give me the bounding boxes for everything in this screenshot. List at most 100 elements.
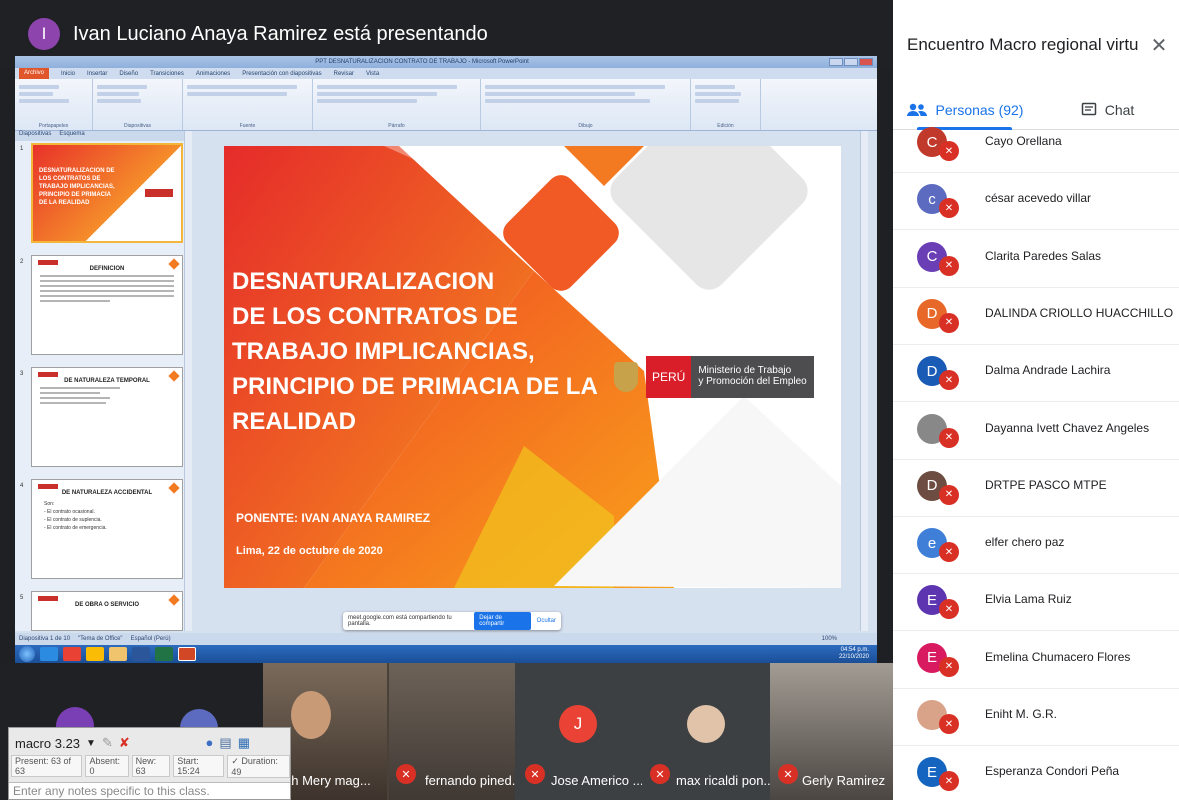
ribbon-group-parrafo[interactable]: Párrafo xyxy=(313,79,481,130)
participant-name: elfer chero paz xyxy=(985,535,1065,550)
slide-scrollbar[interactable] xyxy=(860,131,868,631)
slide-editor: DESNATURALIZACION DE LOS CONTRATOS DE TR… xyxy=(202,131,869,631)
edit-icon[interactable]: ✎ xyxy=(102,735,113,751)
delete-icon[interactable]: ✘ xyxy=(119,735,130,751)
thumb-number: 5 xyxy=(20,595,24,601)
word-icon[interactable] xyxy=(132,647,150,661)
stop-sharing-button[interactable]: Dejar de compartir xyxy=(474,612,531,630)
close-icon[interactable] xyxy=(859,58,873,66)
participant-avatar: J xyxy=(559,705,597,743)
slide-ponente: PONENTE: IVAN ANAYA RAMIREZ xyxy=(236,511,431,525)
slide-title: DESNATURALIZACION DE LOS CONTRATOS DE TR… xyxy=(232,264,598,439)
participant-name: Jose Americo ... xyxy=(551,773,642,788)
notes-input[interactable]: Enter any notes specific to this class. xyxy=(9,782,290,799)
current-slide[interactable]: DESNATURALIZACION DE LOS CONTRATOS DE TR… xyxy=(224,146,841,588)
slide-title-line: DESNATURALIZACION xyxy=(232,268,495,295)
mic-off-icon: ✕ xyxy=(939,427,959,448)
ribbon-group-portapapeles[interactable]: Portapapeles xyxy=(15,79,93,130)
thumb-number: 1 xyxy=(20,146,24,152)
participant-row[interactable]: e ✕ elfer chero paz xyxy=(893,517,1179,575)
zoom-level[interactable]: 100% xyxy=(822,636,877,642)
slide-thumbnail-1[interactable]: DESNATURALIZACION DE LOS CONTRATOS DE TR… xyxy=(31,143,183,243)
participant-row[interactable]: C ✕ Cayo Orellana xyxy=(893,116,1179,173)
ministerio-logo: PERÚ Ministerio de Trabajo y Promoción d… xyxy=(614,356,814,398)
slide-thumbnail-4[interactable]: DE NATURALEZA ACCIDENTAL Son: - El contr… xyxy=(31,479,183,579)
mic-off-icon: ✕ xyxy=(939,255,959,276)
participant-row[interactable]: D ✕ DRTPE PASCO MTPE xyxy=(893,460,1179,517)
pane-tab-esquema[interactable]: Esquema xyxy=(59,131,84,141)
participant-row[interactable]: D ✕ DALINDA CRIOLLO HUACCHILLO xyxy=(893,288,1179,345)
start-time: Start: 15:24 xyxy=(173,755,225,777)
slide-thumbnail-2[interactable]: DEFINICION xyxy=(31,255,183,355)
slide-date: Lima, 22 de octubre de 2020 xyxy=(236,545,383,557)
ppt-tab-transiciones[interactable]: Transiciones xyxy=(150,71,184,77)
hide-button[interactable]: Ocultar xyxy=(537,618,556,624)
excel-icon[interactable] xyxy=(155,647,173,661)
mic-off-icon: ✕ xyxy=(939,542,959,563)
participant-tile-gerly[interactable]: ✕ Gerly Ramirez xyxy=(770,663,893,800)
ppt-tab-revisar[interactable]: Revisar xyxy=(334,71,354,77)
opera-icon[interactable] xyxy=(63,647,81,661)
participant-row[interactable]: ✕ Dayanna Ivett Chavez Angeles xyxy=(893,403,1179,460)
participant-tile-jose[interactable]: J ✕ Jose Americo ... xyxy=(515,663,642,800)
ie-icon[interactable] xyxy=(40,647,58,661)
start-button-icon[interactable] xyxy=(19,646,35,662)
ppt-tab-animaciones[interactable]: Animaciones xyxy=(196,71,230,77)
participant-tile-max[interactable]: ✕ max ricaldi pon... xyxy=(642,663,770,800)
slide-title-line: REALIDAD xyxy=(232,408,356,435)
slide-title-line: PRINCIPIO DE PRIMACIA DE LA xyxy=(232,373,598,400)
participant-tile-ruth[interactable]: Ruth Mery mag... ✕ fernando pined... xyxy=(263,663,515,800)
mic-off-icon: ✕ xyxy=(525,764,545,784)
ppt-tab-presentacion[interactable]: Presentación con diapositivas xyxy=(242,71,321,77)
ppt-tab-insertar[interactable]: Insertar xyxy=(87,71,107,77)
participant-row[interactable]: c ✕ césar acevedo villar xyxy=(893,173,1179,231)
ribbon-group-fuente[interactable]: Fuente xyxy=(183,79,313,130)
mic-off-icon: ✕ xyxy=(939,599,959,620)
thumb-number: 2 xyxy=(20,259,24,265)
participant-name: max ricaldi pon... xyxy=(676,773,770,788)
html-export-icon[interactable]: ▦ xyxy=(238,735,250,751)
thumb-text-line: - El contrato ocasional. xyxy=(44,509,95,515)
mic-off-icon: ✕ xyxy=(939,141,959,161)
ribbon-group-dibujo[interactable]: Dibujo xyxy=(481,79,691,130)
slide-thumbnail-3[interactable]: DE NATURALEZA TEMPORAL xyxy=(31,367,183,467)
minimize-icon[interactable] xyxy=(829,58,843,66)
ppt-tab-archivo[interactable]: Archivo xyxy=(19,68,50,79)
thumb-text-line: - El contrato de emergencia. xyxy=(44,525,107,531)
participant-list: C ✕ Cayo Orellana c ✕ césar acevedo villar C ✕ C… xyxy=(893,116,1179,800)
folder-icon[interactable] xyxy=(109,647,127,661)
participant-name: Clarita Paredes Salas xyxy=(985,248,1102,263)
powerpoint-icon[interactable] xyxy=(178,647,196,661)
ppt-tab-vista[interactable]: Vista xyxy=(366,71,379,77)
participant-name: DALINDA CRIOLLO HUACCHILLO xyxy=(985,305,1174,320)
chevron-down-icon[interactable]: ▼ xyxy=(86,738,96,749)
participant-name: césar acevedo villar xyxy=(985,191,1092,206)
ribbon-group-edicion[interactable]: Edición xyxy=(691,79,761,130)
maximize-icon[interactable] xyxy=(844,58,858,66)
peru-shield-icon xyxy=(614,362,638,392)
ribbon-group-diapositivas[interactable]: Diapositivas xyxy=(93,79,183,130)
ppt-status-bar: Diapositiva 1 de 10 "Tema de Office" Esp… xyxy=(15,633,877,645)
save-icon[interactable]: ▤ xyxy=(219,735,231,751)
logo-ministerio-line: y Promoción del Empleo xyxy=(698,376,807,387)
slide-thumbnail-5[interactable]: DE OBRA O SERVICIO xyxy=(31,591,183,631)
participant-name: Esperanza Condori Peña xyxy=(985,764,1120,779)
participant-row[interactable]: E ✕ Emelina Chumacero Flores xyxy=(893,632,1179,689)
ppt-tab-inicio[interactable]: Inicio xyxy=(61,71,75,77)
ppt-tab-diseno[interactable]: Diseño xyxy=(119,71,138,77)
close-icon[interactable]: ✕ xyxy=(1139,33,1179,58)
chrome-icon[interactable] xyxy=(86,647,104,661)
pane-tab-diapositivas[interactable]: Diapositivas xyxy=(19,131,51,141)
refresh-icon[interactable]: ● xyxy=(206,735,214,751)
participant-row[interactable]: E ✕ Esperanza Condori Peña xyxy=(893,746,1179,800)
participant-row[interactable]: ✕ Eniht M. G.R. xyxy=(893,689,1179,746)
ppt-titlebar: PPT DESNATURALIZACION CONTRATO DE TRABAJ… xyxy=(15,56,877,68)
thumbnails-scrollbar[interactable] xyxy=(184,131,192,631)
status-theme: "Tema de Office" xyxy=(78,636,123,642)
participant-row[interactable]: D ✕ Dalma Andrade Lachira xyxy=(893,345,1179,403)
mic-off-icon: ✕ xyxy=(778,764,798,784)
participant-row[interactable]: E ✕ Elvia Lama Ruiz xyxy=(893,574,1179,632)
participant-row[interactable]: C ✕ Clarita Paredes Salas xyxy=(893,231,1179,288)
present-count: Present: 63 of 63 xyxy=(11,755,83,777)
new-count: New: 63 xyxy=(131,755,171,777)
